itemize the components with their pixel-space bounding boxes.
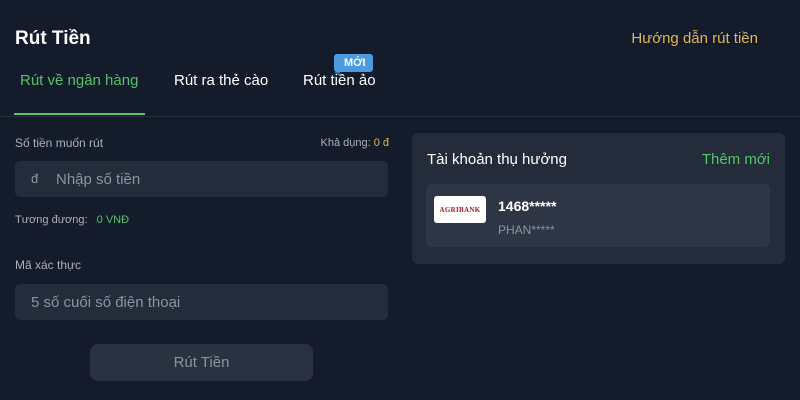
bank-logo-text: AGRIBANK [439,205,481,214]
beneficiary-title: Tài khoản thụ hưởng [427,151,567,168]
otp-input[interactable] [15,284,388,320]
otp-field [15,284,388,320]
agribank-logo: AGRIBANK [434,196,486,223]
tab-card-withdraw[interactable]: Rút ra thẻ cào [174,72,268,89]
available-balance: Khả dụng: 0 đ [320,137,389,149]
add-new-account-button[interactable]: Thêm mới [702,151,770,168]
amount-input[interactable] [15,161,388,197]
beneficiary-panel: Tài khoản thụ hưởng Thêm mới AGRIBANK 14… [412,133,785,264]
account-card[interactable]: AGRIBANK 1468***** PHAN***** [426,184,770,247]
available-label: Khả dụng: [320,137,371,149]
page-title: Rút Tiền [15,28,91,49]
new-badge: MỚI [334,54,373,77]
account-number: 1468***** [498,198,557,214]
amount-label: Số tiền muốn rút [15,136,104,150]
amount-field: đ [15,161,388,197]
otp-label: Mã xác thực [15,258,82,272]
equivalent-label: Tương đương: [15,214,88,226]
available-value: 0 đ [373,137,389,149]
tabs-divider [0,116,800,117]
withdraw-submit-button[interactable]: Rút Tiền [90,344,313,381]
tab-bank-withdraw[interactable]: Rút về ngân hàng [20,72,138,89]
equivalent-row: Tương đương: 0 VNĐ [15,214,129,226]
account-holder-name: PHAN***** [498,223,555,237]
withdraw-guide-link[interactable]: Hướng dẫn rút tiền [631,30,758,47]
equivalent-value: 0 VNĐ [96,214,130,226]
active-tab-indicator [14,113,145,115]
currency-symbol: đ [31,171,39,186]
